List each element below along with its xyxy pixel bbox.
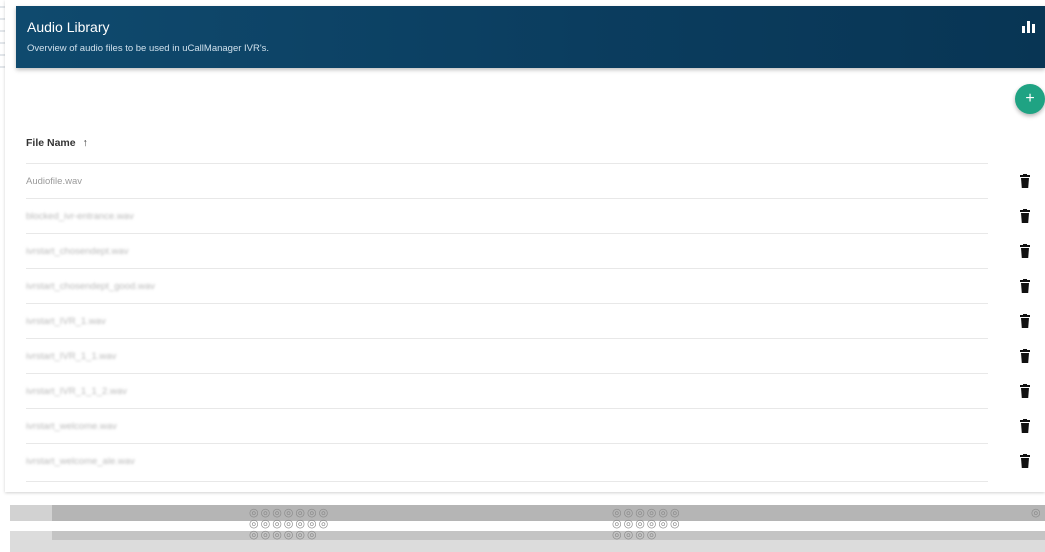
table-row[interactable]: ivrstart_chosendept_good.wav — [26, 268, 1030, 303]
file-name-cell: ivrstart_chosendept.wav — [26, 246, 129, 257]
file-name-cell: blocked_ivr-entrance.wav — [26, 211, 134, 222]
table-row[interactable]: ivrstart_welcome.wav — [26, 408, 1030, 443]
column-header-label: File Name — [26, 137, 76, 149]
footer-bar — [52, 505, 1045, 521]
trash-icon[interactable] — [1020, 349, 1030, 363]
table-row[interactable]: ivrstart_IVR_1_1.wav — [26, 338, 1030, 373]
file-name-cell: ivrstart_IVR_1_1_2.wav — [26, 386, 127, 397]
decorative-glyphs: ◎ — [1031, 507, 1043, 519]
file-name-cell: ivrstart_welcome_ale.wav — [26, 456, 135, 467]
file-name-cell: ivrstart_IVR_1_1.wav — [26, 351, 117, 362]
decorative-glyphs: ◎◎◎◎◎◎ ◎◎◎◎◎◎ ◎◎◎◎ — [612, 507, 682, 541]
trash-icon[interactable] — [1020, 454, 1030, 468]
footer-strip: ◎◎◎◎◎◎◎ ◎◎◎◎◎◎◎ ◎◎◎◎◎◎ ◎◎◎◎◎◎ ◎◎◎◎◎◎ ◎◎◎◎ ◎ — [0, 505, 1045, 552]
trash-icon[interactable] — [1020, 279, 1030, 293]
table-row[interactable]: ivrstart_welcome_ale.wav — [26, 443, 1030, 478]
file-name-cell: ivrstart_IVR_1.wav — [26, 316, 106, 327]
trash-icon[interactable] — [1020, 209, 1030, 223]
file-name-cell: ivrstart_welcome.wav — [26, 421, 117, 432]
trash-icon[interactable] — [1020, 244, 1030, 258]
table-row[interactable]: ivrstart_IVR_1_1_2.wav — [26, 373, 1030, 408]
table-row[interactable]: ivrstart_chosendept.wav — [26, 233, 1030, 268]
table-row[interactable]: blocked_ivr-entrance.wav — [26, 198, 1030, 233]
file-name-cell: ivrstart_chosendept_good.wav — [26, 281, 155, 292]
trash-icon[interactable] — [1020, 384, 1030, 398]
table-row[interactable]: Audiofile.wav — [26, 163, 1030, 198]
decorative-glyphs: ◎◎◎◎◎◎◎ ◎◎◎◎◎◎◎ ◎◎◎◎◎◎ — [249, 507, 331, 541]
trash-icon[interactable] — [1020, 314, 1030, 328]
table-row[interactable]: ivrstart_IVR_1.wav — [26, 303, 1030, 338]
file-list: Audiofile.wav blocked_ivr-entrance.wavivr… — [26, 163, 1030, 478]
page-header: Audio Library Overview of audio files to… — [16, 6, 1045, 68]
plus-icon: + — [1025, 90, 1035, 107]
trash-icon[interactable] — [1020, 419, 1030, 433]
file-name-cell: Audiofile.wav — [26, 176, 82, 187]
column-header-file-name[interactable]: File Name ↑ — [26, 137, 88, 149]
page: Audio Library Overview of audio files to… — [0, 0, 1045, 552]
page-subtitle: Overview of audio files to be used in uC… — [27, 43, 270, 54]
sort-arrow-icon[interactable]: ↑ — [83, 137, 88, 149]
bar-chart-icon[interactable] — [1022, 21, 1035, 33]
add-audio-button[interactable]: + — [1015, 84, 1045, 114]
footer-bar — [52, 531, 1045, 540]
page-title: Audio Library — [27, 19, 110, 35]
trash-icon[interactable] — [1020, 174, 1030, 188]
table-divider — [26, 481, 988, 482]
